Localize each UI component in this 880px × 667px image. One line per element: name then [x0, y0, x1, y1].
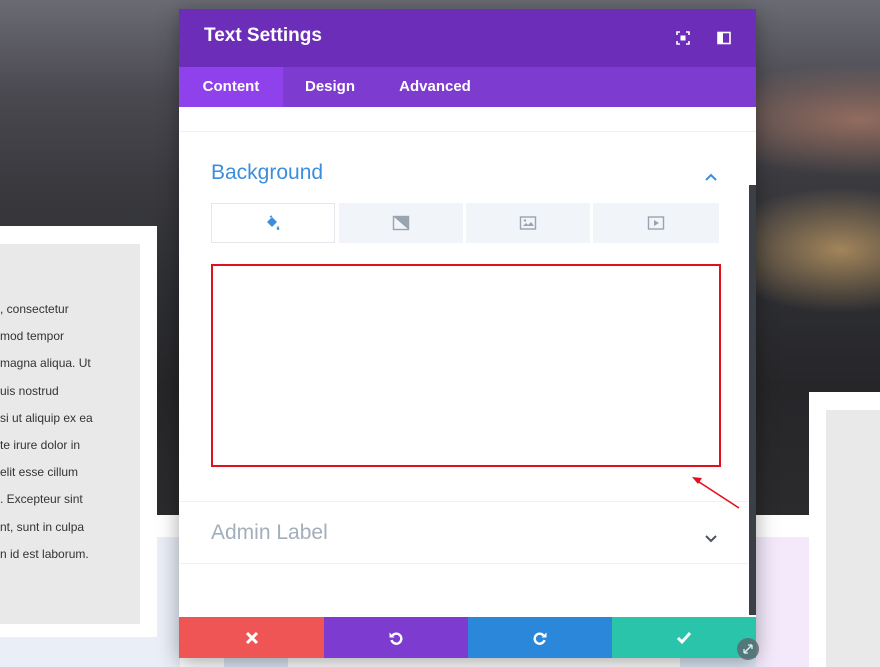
- decorative-block: [756, 537, 811, 667]
- text-line: elit esse cillum: [0, 465, 79, 480]
- video-icon: [647, 216, 665, 230]
- bg-type-video-tab[interactable]: [593, 203, 719, 243]
- modal-body: Background Admin Label: [179, 107, 756, 617]
- close-icon: [245, 631, 258, 644]
- bg-type-image-tab[interactable]: [466, 203, 590, 243]
- lorem-text-block: , consectetur mod tempor magna aliqua. U…: [0, 299, 140, 571]
- text-line: nt, sunt in culpa: [0, 519, 85, 534]
- text-line: uis nostrud: [0, 383, 59, 398]
- save-button[interactable]: [612, 617, 756, 658]
- cancel-button[interactable]: [179, 617, 324, 658]
- tab-content[interactable]: Content: [179, 67, 283, 107]
- redo-icon: [533, 632, 547, 645]
- gradient-icon: [392, 215, 410, 231]
- background-options-panel: [211, 264, 721, 467]
- text-line: magna aliqua. Ut: [0, 356, 91, 371]
- undo-icon: [389, 632, 403, 645]
- text-line: si ut aliquip ex ea: [0, 410, 93, 425]
- chevron-up-icon[interactable]: [704, 167, 718, 181]
- text-line: mod tempor: [0, 329, 65, 344]
- focus-icon[interactable]: [675, 30, 691, 46]
- right-module-inner: [826, 410, 880, 667]
- modal-header: Text Settings: [179, 9, 756, 67]
- check-icon: [676, 631, 692, 644]
- split-view-icon[interactable]: [716, 30, 732, 46]
- settings-tabs: Content Design Advanced: [179, 67, 756, 107]
- section-title-admin-label[interactable]: Admin Label: [211, 521, 328, 545]
- undo-button[interactable]: [324, 617, 468, 658]
- modal-title: Text Settings: [204, 25, 322, 46]
- bg-type-gradient-tab[interactable]: [339, 203, 463, 243]
- resize-handle-icon[interactable]: [737, 638, 759, 660]
- scrollbar[interactable]: [749, 185, 756, 615]
- chevron-down-icon[interactable]: [704, 529, 718, 543]
- text-line: , consectetur: [0, 302, 69, 316]
- bg-type-color-tab[interactable]: [211, 203, 335, 243]
- tab-design[interactable]: Design: [283, 67, 377, 107]
- text-line: te irure dolor in: [0, 437, 81, 452]
- image-icon: [519, 216, 537, 230]
- divider: [179, 501, 756, 502]
- divider: [179, 563, 756, 564]
- text-settings-modal: Text Settings Content Design Advanced Ba…: [179, 9, 756, 658]
- section-title-background[interactable]: Background: [211, 161, 323, 185]
- divider: [179, 131, 756, 132]
- annotation-arrow: [692, 477, 740, 509]
- text-line: . Excepteur sint: [0, 492, 83, 507]
- modal-footer: [179, 617, 756, 658]
- tab-advanced[interactable]: Advanced: [377, 67, 493, 107]
- color-fill-icon: [267, 215, 280, 230]
- text-line: n id est laborum.: [0, 546, 89, 561]
- redo-button[interactable]: [468, 617, 612, 658]
